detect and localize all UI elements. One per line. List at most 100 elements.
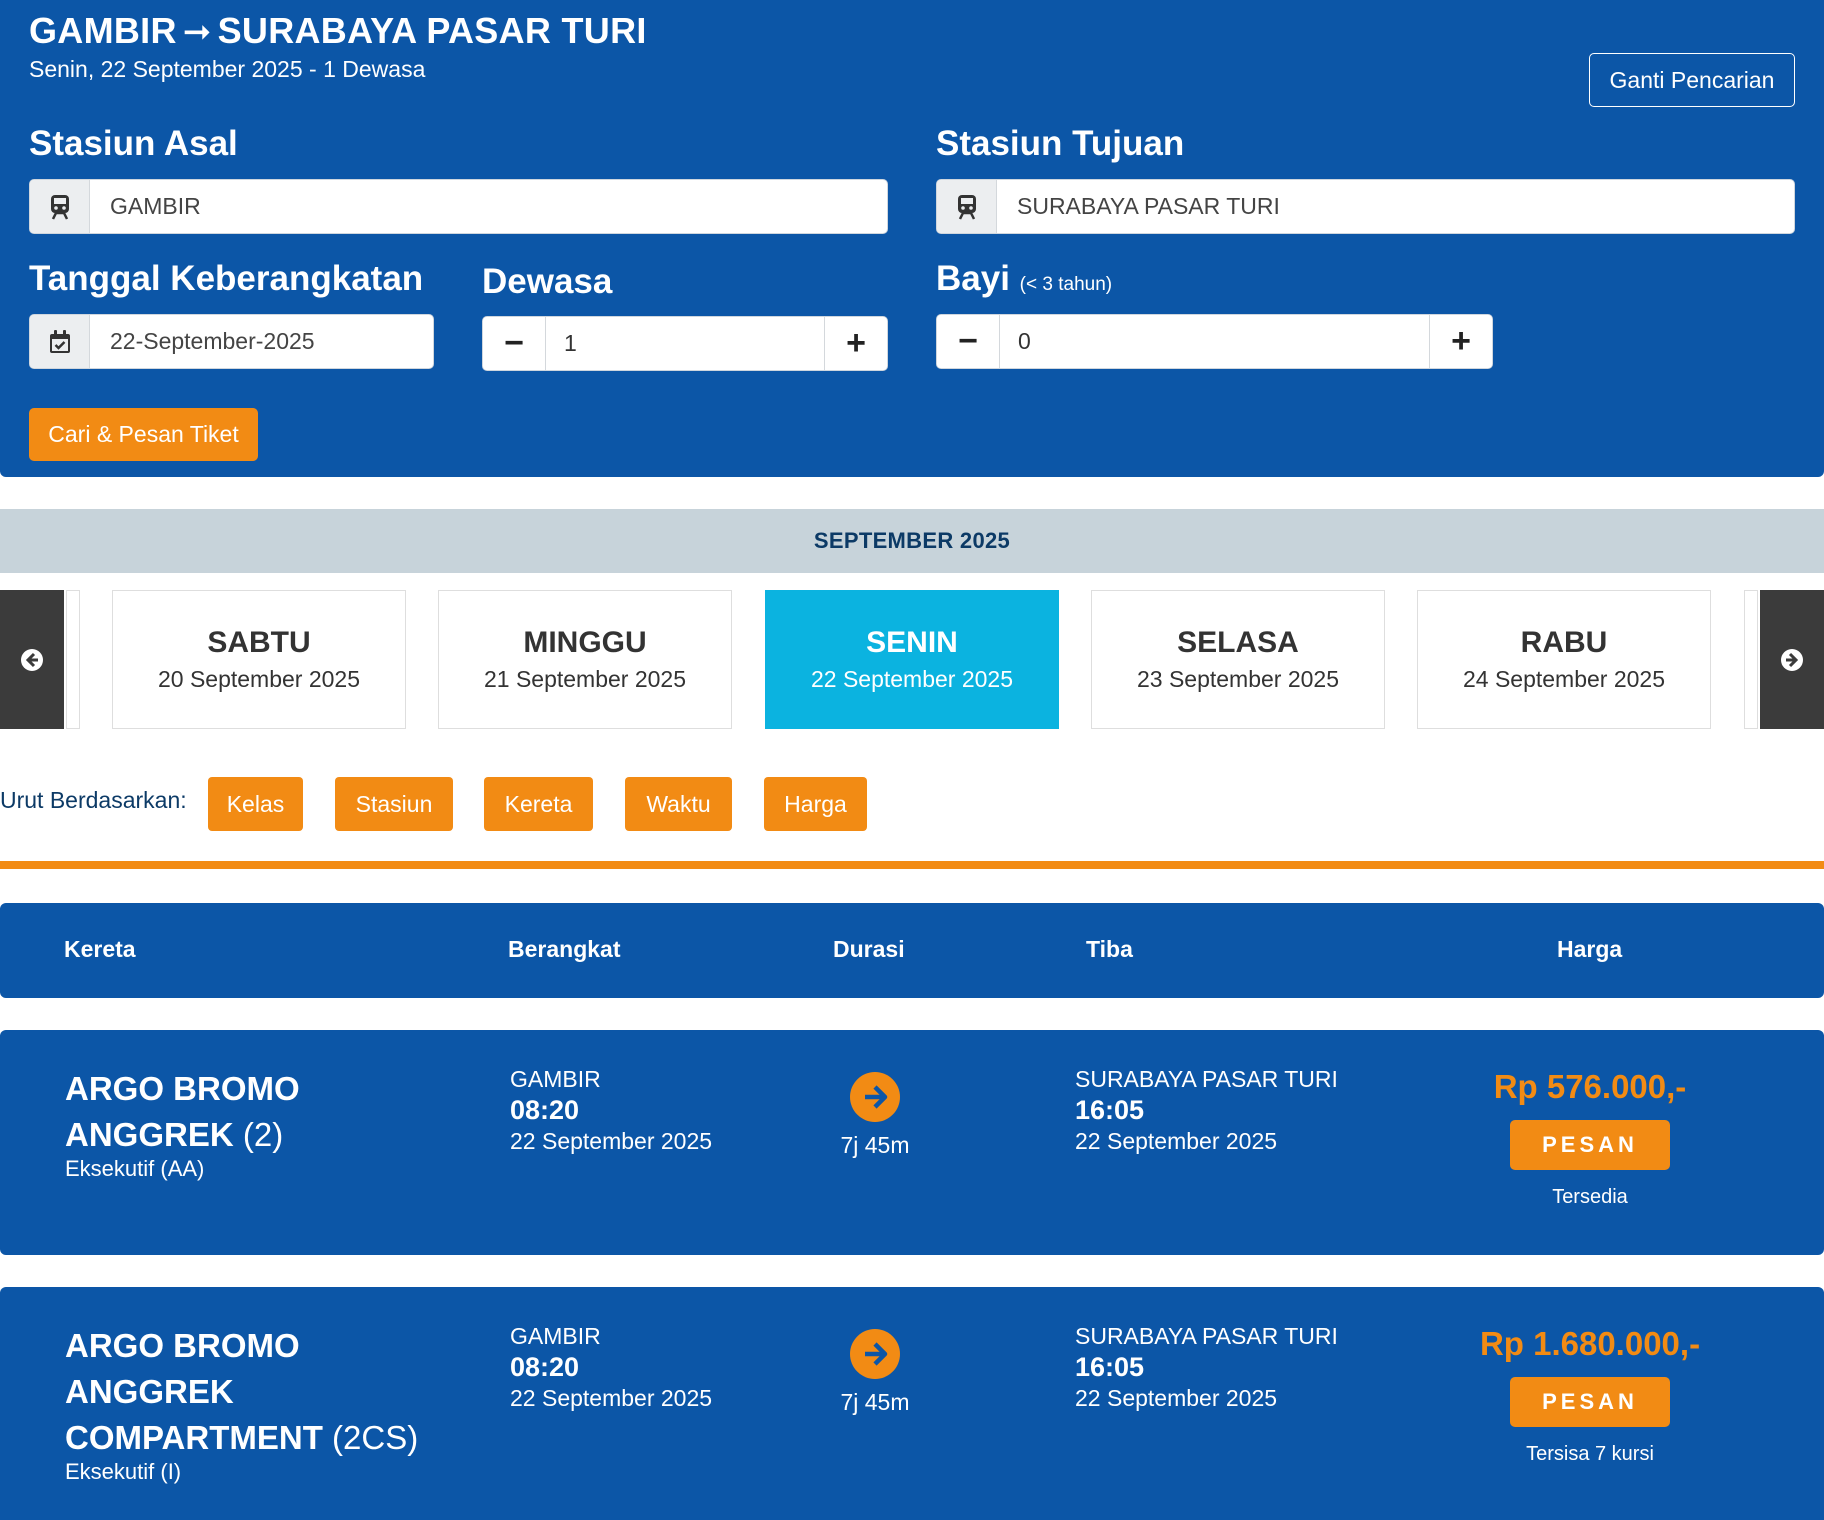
adult-stepper: − 1 + <box>482 316 888 371</box>
train-row: ARGO BROMO ANGGREK (2) Eksekutif (AA) GA… <box>0 1030 1824 1255</box>
departure-info: GAMBIR 08:20 22 September 2025 <box>510 1323 712 1412</box>
day-date: 24 September 2025 <box>1462 666 1666 692</box>
arrival-date: 22 September 2025 <box>1075 1385 1278 1411</box>
date-label: Tanggal Keberangkatan <box>29 259 424 298</box>
infant-minus-button[interactable]: − <box>937 315 999 368</box>
infant-label-text: Bayi <box>936 259 1010 298</box>
book-button[interactable]: PESAN <box>1510 1377 1670 1427</box>
route-arrow: ➞ <box>182 13 212 51</box>
sort-station-button[interactable]: Stasiun <box>335 777 453 831</box>
train-class: Eksekutif (I) <box>65 1459 182 1484</box>
arrival-station: SURABAYA PASAR TURI <box>1075 1323 1338 1349</box>
adult-minus-button[interactable]: − <box>483 317 545 370</box>
day-card[interactable]: MINGGU 21 September 2025 <box>438 590 732 729</box>
sort-price-button[interactable]: Harga <box>764 777 867 831</box>
train-class: Eksekutif (AA) <box>65 1156 205 1181</box>
route-title: GAMBIR ➞ SURABAYA PASAR TURI <box>29 10 647 52</box>
sort-label: Urut Berdasarkan: <box>0 787 187 813</box>
arrival-info: SURABAYA PASAR TURI 16:05 22 September 2… <box>1075 1323 1338 1412</box>
price-info: Rp 576.000,- PESAN Tersedia <box>1440 1068 1740 1209</box>
destination-label: Stasiun Tujuan <box>936 124 1185 163</box>
price-info: Rp 1.680.000,- PESAN Tersisa 7 kursi <box>1440 1325 1740 1466</box>
train-name: ARGO BROMO ANGGREK (2) <box>65 1066 465 1158</box>
infant-label: Bayi (< 3 tahun) <box>936 259 1112 299</box>
day-card[interactable]: SABTU 20 September 2025 <box>112 590 406 729</box>
train-icon <box>30 180 90 233</box>
prev-day-button[interactable] <box>0 590 64 729</box>
adult-plus-button[interactable]: + <box>825 317 887 370</box>
duration-text: 7j 45m <box>840 1389 910 1415</box>
header-duration: Durasi <box>833 936 905 962</box>
date-value: 22-September-2025 <box>110 328 315 354</box>
date-input[interactable]: 22-September-2025 <box>29 314 434 369</box>
circle-arrow-right-icon <box>850 1072 900 1122</box>
search-book-button[interactable]: Cari & Pesan Tiket <box>29 408 258 461</box>
infant-note: (< 3 tahun) <box>1019 274 1113 295</box>
adult-count-input[interactable]: 1 <box>545 317 825 370</box>
duration-info: 7j 45m <box>810 1329 940 1416</box>
route-origin: GAMBIR <box>29 10 177 51</box>
origin-input[interactable]: GAMBIR <box>29 179 888 234</box>
duration-info: 7j 45m <box>810 1072 940 1159</box>
sort-class-button[interactable]: Kelas <box>208 777 303 831</box>
duration-text: 7j 45m <box>840 1132 910 1158</box>
departure-time: 08:20 <box>510 1352 580 1382</box>
header-departure: Berangkat <box>508 936 621 962</box>
train-icon <box>937 180 997 233</box>
origin-label: Stasiun Asal <box>29 124 238 163</box>
destination-value: SURABAYA PASAR TURI <box>1017 193 1280 219</box>
departure-time: 08:20 <box>510 1095 580 1125</box>
circle-arrow-right-icon <box>1781 648 1803 671</box>
day-name: MINGGU <box>523 626 647 659</box>
destination-input[interactable]: SURABAYA PASAR TURI <box>936 179 1795 234</box>
train-name: ARGO BROMO ANGGREK COMPARTMENT (2CS) <box>65 1323 465 1461</box>
day-date: 23 September 2025 <box>1136 666 1340 692</box>
day-name: RABU <box>1520 626 1608 659</box>
month-label: SEPTEMBER 2025 <box>0 509 1824 573</box>
day-card[interactable]: SELASA 23 September 2025 <box>1091 590 1385 729</box>
train-name-text: ARGO BROMO ANGGREK COMPARTMENT <box>65 1327 323 1456</box>
day-card-partial <box>66 590 80 729</box>
train-code: (2CS) <box>332 1419 419 1456</box>
circle-arrow-left-icon <box>21 648 43 671</box>
price: Rp 576.000,- <box>1493 1068 1687 1105</box>
divider <box>0 861 1824 869</box>
departure-date: 22 September 2025 <box>510 1385 713 1411</box>
departure-station: GAMBIR <box>510 1323 601 1349</box>
next-day-button[interactable] <box>1760 590 1824 729</box>
arrival-info: SURABAYA PASAR TURI 16:05 22 September 2… <box>1075 1066 1338 1155</box>
day-card[interactable]: RABU 24 September 2025 <box>1417 590 1711 729</box>
train-code: (2) <box>242 1116 284 1153</box>
sort-train-button[interactable]: Kereta <box>484 777 593 831</box>
day-card-active[interactable]: SENIN 22 September 2025 <box>765 590 1059 729</box>
day-name: SELASA <box>1177 626 1299 659</box>
adult-label: Dewasa <box>482 262 613 301</box>
header-arrival: Tiba <box>1086 936 1133 962</box>
header-price: Harga <box>1557 936 1623 962</box>
route-subtitle: Senin, 22 September 2025 - 1 Dewasa <box>29 56 426 82</box>
day-name: SABTU <box>207 626 311 659</box>
infant-stepper: − 0 + <box>936 314 1493 369</box>
circle-arrow-right-icon <box>850 1329 900 1379</box>
day-card-partial <box>1744 590 1758 729</box>
calendar-check-icon <box>30 315 90 368</box>
availability: Tersedia <box>1552 1186 1628 1208</box>
infant-plus-button[interactable]: + <box>1430 315 1492 368</box>
search-panel: GAMBIR ➞ SURABAYA PASAR TURI Senin, 22 Sep… <box>0 0 1824 477</box>
sort-time-button[interactable]: Waktu <box>625 777 732 831</box>
header-train: Kereta <box>64 936 136 962</box>
day-date: 21 September 2025 <box>483 666 687 692</box>
change-search-button[interactable]: Ganti Pencarian <box>1589 53 1795 107</box>
day-name: SENIN <box>866 626 958 659</box>
departure-date: 22 September 2025 <box>510 1128 713 1154</box>
book-button[interactable]: PESAN <box>1510 1120 1670 1170</box>
infant-count-input[interactable]: 0 <box>999 315 1430 368</box>
arrival-station: SURABAYA PASAR TURI <box>1075 1066 1338 1092</box>
train-row: ARGO BROMO ANGGREK COMPARTMENT (2CS) Eks… <box>0 1287 1824 1520</box>
route-destination: SURABAYA PASAR TURI <box>217 10 647 51</box>
table-header: Kereta Berangkat Durasi Tiba Harga <box>0 903 1824 998</box>
availability: Tersisa 7 kursi <box>1526 1443 1654 1465</box>
arrival-time: 16:05 <box>1075 1095 1145 1125</box>
departure-info: GAMBIR 08:20 22 September 2025 <box>510 1066 712 1155</box>
origin-value: GAMBIR <box>110 193 201 219</box>
